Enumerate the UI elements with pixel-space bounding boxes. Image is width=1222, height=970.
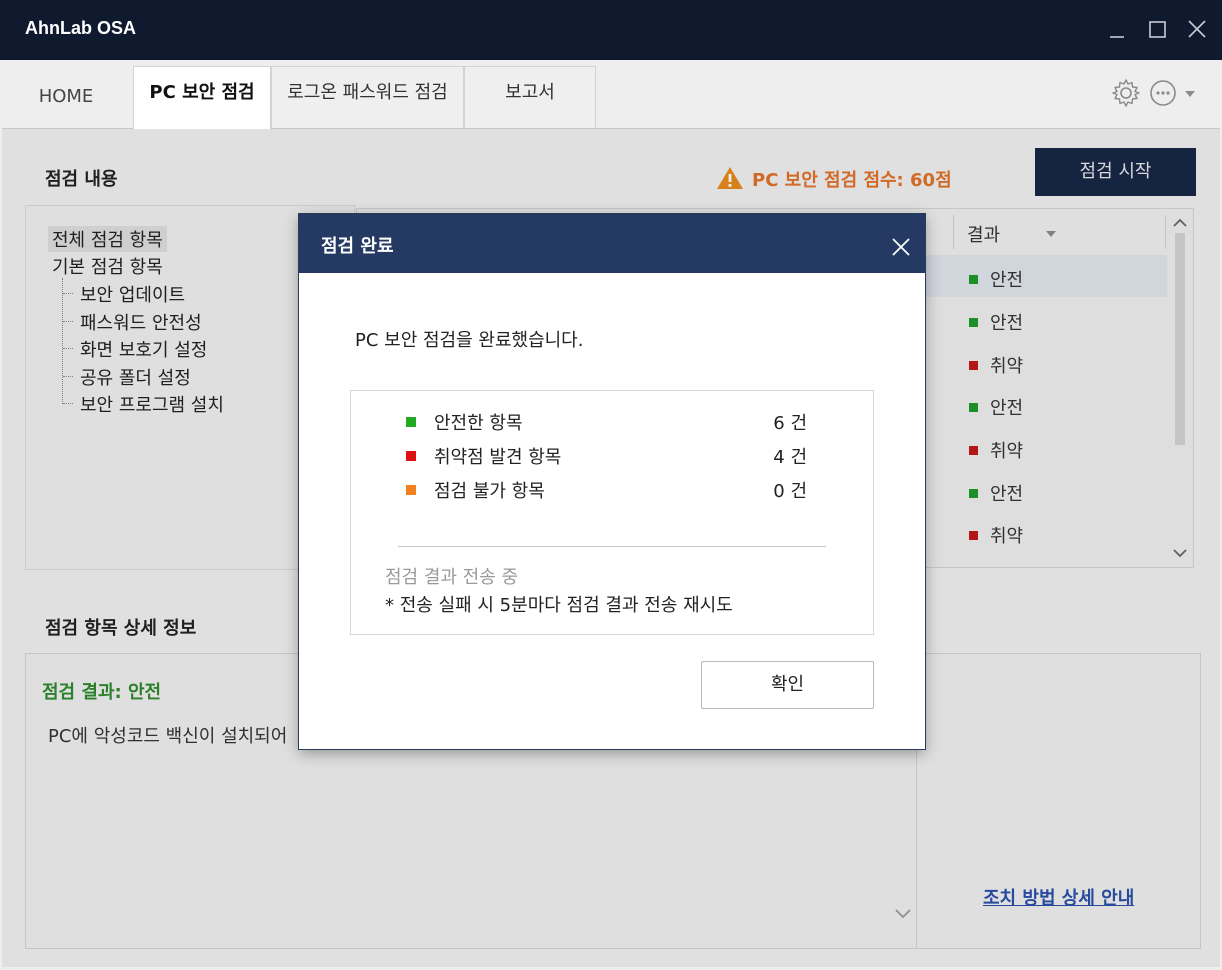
summary-count: 0 건 <box>773 481 807 502</box>
close-icon <box>1188 20 1206 38</box>
more-menu-button[interactable] <box>1148 78 1200 108</box>
dialog-title: 점검 완료 <box>321 236 394 257</box>
summary-row-vulnerable: 취약점 발견 항목 4 건 <box>406 443 826 469</box>
maximize-button[interactable] <box>1142 14 1172 44</box>
more-icon <box>1150 80 1195 106</box>
summary-count: 6 건 <box>773 413 807 434</box>
tab-report[interactable]: 보고서 <box>464 66 596 128</box>
app-window: AhnLab OSA HOME PC 보안 점검 로그온 패스워드 점검 보고서… <box>0 0 1222 970</box>
dialog-header: 점검 완료 <box>299 214 925 273</box>
tab-bar: HOME PC 보안 점검 로그온 패스워드 점검 보고서 <box>2 60 1220 129</box>
summary-row-unavailable: 점검 불가 항목 0 건 <box>406 477 826 503</box>
settings-button[interactable] <box>1111 78 1141 108</box>
close-window-button[interactable] <box>1182 14 1212 44</box>
retry-note: * 전송 실패 시 5분마다 점검 결과 전송 재시도 <box>385 595 733 616</box>
title-bar: AhnLab OSA <box>0 0 1222 60</box>
close-icon <box>892 238 910 256</box>
status-indicator <box>406 417 416 427</box>
maximize-icon <box>1149 21 1166 38</box>
minimize-icon <box>1110 36 1124 38</box>
summary-label: 안전한 항목 <box>434 413 523 434</box>
confirm-button[interactable]: 확인 <box>701 661 874 709</box>
minimize-button[interactable] <box>1102 14 1132 44</box>
check-complete-dialog: 점검 완료 PC 보안 점검을 완료했습니다. 안전한 항목 6 건 취약점 발… <box>299 214 925 749</box>
dialog-close-button[interactable] <box>890 236 912 258</box>
status-indicator <box>406 451 416 461</box>
dialog-message: PC 보안 점검을 완료했습니다. <box>355 330 584 351</box>
gear-icon <box>1112 79 1140 107</box>
summary-divider <box>398 546 826 547</box>
summary-label: 점검 불가 항목 <box>434 481 545 502</box>
summary-label: 취약점 발견 항목 <box>434 447 562 468</box>
app-title: AhnLab OSA <box>25 18 136 38</box>
tab-pc-security-check[interactable]: PC 보안 점검 <box>133 66 271 129</box>
summary-row-safe: 안전한 항목 6 건 <box>406 409 826 435</box>
status-indicator <box>406 485 416 495</box>
sending-status: 점검 결과 전송 중 <box>385 567 519 588</box>
tab-logon-password-check[interactable]: 로그온 패스워드 점검 <box>271 66 464 128</box>
result-summary-box: 안전한 항목 6 건 취약점 발견 항목 4 건 점검 불가 항목 0 건 점검… <box>350 390 874 635</box>
tab-home[interactable]: HOME <box>2 66 130 128</box>
summary-count: 4 건 <box>773 447 807 468</box>
